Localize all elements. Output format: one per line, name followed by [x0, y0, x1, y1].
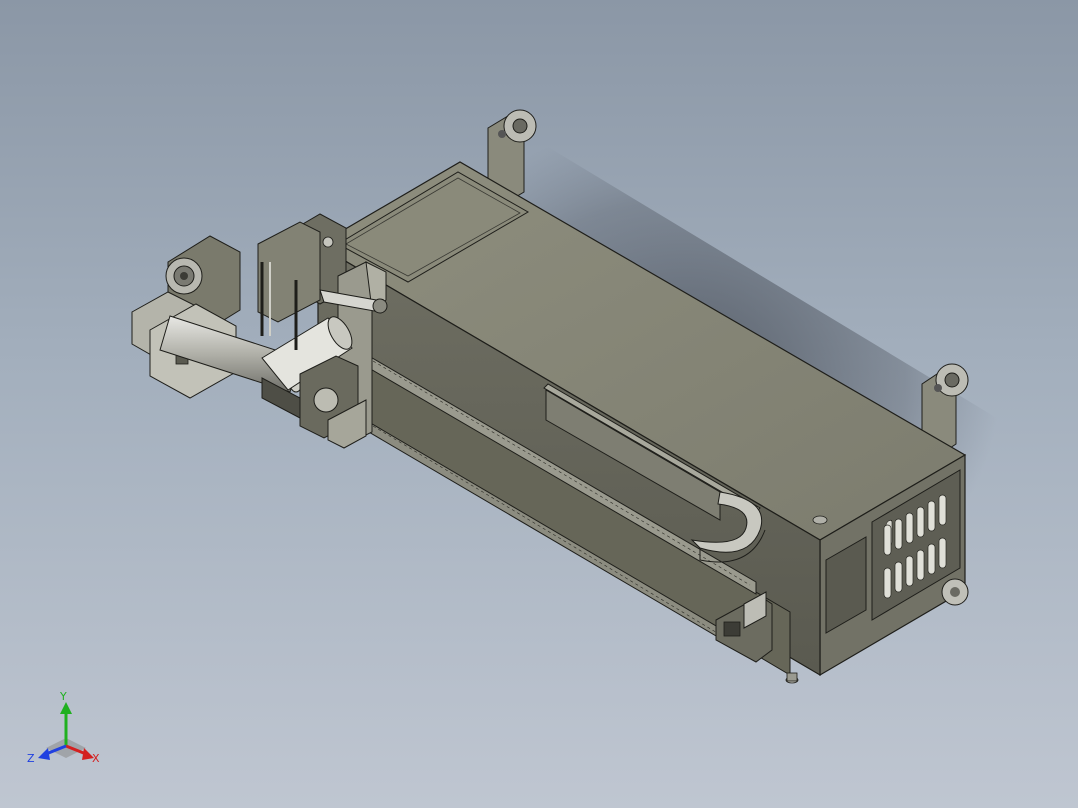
- y-axis-label: Y: [59, 690, 67, 703]
- z-axis-label: Z: [27, 752, 35, 765]
- x-axis-label: X: [92, 752, 100, 765]
- graphics-viewport[interactable]: Y X Z: [0, 0, 1078, 808]
- y-axis-arrow-icon: [60, 702, 72, 714]
- coordinate-triad[interactable]: Y X Z: [24, 690, 114, 770]
- z-axis-arrow-icon: [38, 748, 50, 760]
- machine-model[interactable]: [0, 0, 1078, 808]
